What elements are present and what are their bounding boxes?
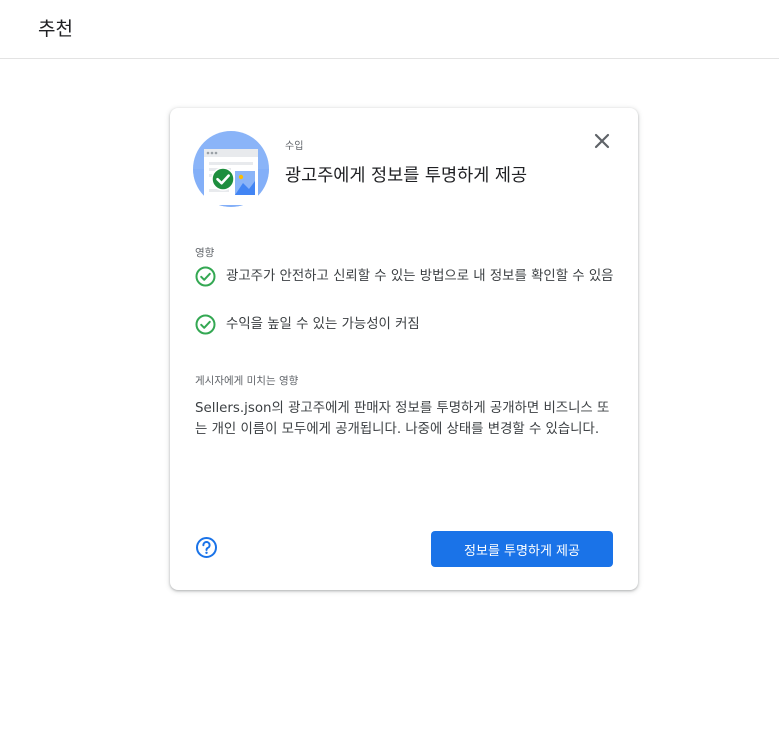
check-circle-icon <box>195 266 216 287</box>
publisher-impact-description: Sellers.json의 광고주에게 판매자 정보를 투명하게 공개하면 비즈… <box>195 401 610 437</box>
browser-illustration-icon <box>193 131 269 207</box>
page-title: 추천 <box>38 18 73 40</box>
check-circle-icon <box>195 314 216 335</box>
impact-item-text: 광고주가 안전하고 신뢰할 수 있는 방법으로 내 정보를 확인할 수 있음 <box>226 269 614 284</box>
close-button[interactable] <box>591 130 613 152</box>
recommendation-card: 수입 광고주에게 정보를 투명하게 제공 영향 광고주가 안전하고 신뢰할 수 … <box>170 108 638 590</box>
close-icon <box>594 133 610 149</box>
card-title: 광고주에게 정보를 투명하게 제공 <box>285 166 528 186</box>
category-label: 수입 <box>285 141 304 152</box>
provide-transparency-button[interactable]: 정보를 투명하게 제공 <box>431 531 613 567</box>
publisher-impact-label: 게시자에게 미치는 영향 <box>195 375 299 387</box>
help-icon <box>196 537 217 558</box>
help-button[interactable] <box>195 536 218 559</box>
top-bar: 추천 <box>0 0 779 59</box>
impact-section-label: 영향 <box>195 247 215 259</box>
impact-item-text: 수익을 높일 수 있는 가능성이 커짐 <box>226 317 420 332</box>
